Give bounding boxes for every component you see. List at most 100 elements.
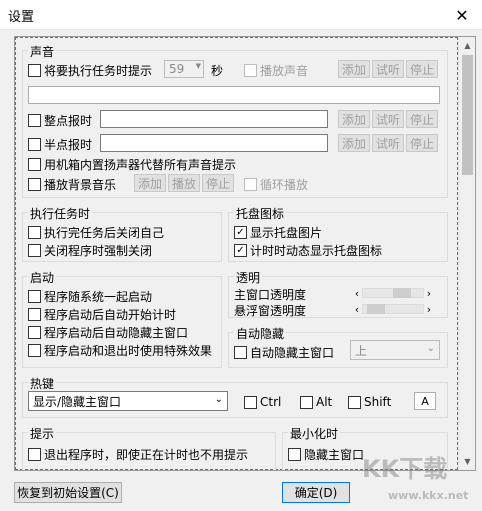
half-hour-stop-button[interactable]: 停止: [406, 134, 438, 152]
checkbox-label: Alt: [316, 395, 333, 409]
startup-group-title: 启动: [28, 269, 57, 286]
special-effects-checkbox[interactable]: 程序启动和退出时使用特殊效果: [28, 342, 212, 359]
bgm-play-button[interactable]: 播放: [168, 174, 200, 192]
dynamic-tray-checkbox[interactable]: ✓ 计时时动态显示托盘图标: [234, 242, 382, 259]
check-icon: ✓: [234, 244, 247, 257]
shift-checkbox[interactable]: Shift: [348, 395, 391, 409]
checkbox-box: [28, 226, 41, 239]
alt-checkbox[interactable]: Alt: [300, 395, 332, 409]
chevron-left-icon[interactable]: ‹: [352, 303, 362, 316]
checkbox-box: [244, 178, 257, 191]
chevron-up-icon[interactable]: ▲: [459, 37, 475, 54]
main-opacity-slider[interactable]: ‹ ›: [352, 287, 434, 300]
checkbox-label: 隐藏主窗口: [304, 448, 365, 462]
float-opacity-label: 悬浮窗透明度: [234, 304, 307, 318]
half-hour-chime-checkbox[interactable]: 半点报时: [28, 136, 92, 153]
close-icon[interactable]: ✕: [442, 0, 482, 30]
checkbox-box: [28, 290, 41, 303]
exit-no-hint-checkbox[interactable]: 退出程序时，即使正在计时也不用提示: [28, 446, 248, 463]
prompt-sound-path-input[interactable]: [28, 86, 440, 104]
tray-group-title: 托盘图标: [234, 205, 287, 222]
seconds-spinner[interactable]: 59 ▼: [164, 60, 204, 78]
ctrl-checkbox[interactable]: Ctrl: [244, 395, 281, 409]
hide-main-on-minimize-checkbox[interactable]: 隐藏主窗口: [288, 446, 364, 463]
play-sound-checkbox[interactable]: 播放声音: [244, 62, 308, 79]
checkbox-label: 执行完任务后关闭自己: [44, 226, 165, 240]
checkbox-box: [300, 395, 313, 409]
slider-thumb[interactable]: [393, 288, 411, 298]
chevron-left-icon[interactable]: ‹: [352, 287, 362, 300]
stop-button[interactable]: 停止: [406, 60, 438, 78]
checkbox-label: 用机箱内置扬声器代替所有声音提示: [44, 158, 237, 172]
auto-hide-on-start-checkbox[interactable]: 程序启动后自动隐藏主窗口: [28, 324, 188, 341]
add-sound-button[interactable]: 添加: [338, 60, 370, 78]
checkbox-label: Shift: [364, 395, 392, 409]
checkbox-label: 整点报时: [44, 114, 93, 128]
checkbox-label: 自动隐藏主窗口: [250, 346, 335, 360]
checkbox-label: 计时时动态显示托盘图标: [250, 244, 383, 258]
hourly-stop-button[interactable]: 停止: [406, 110, 438, 128]
settings-scroll-pane[interactable]: 声音 将要执行任务时提示 59 ▼ 秒 播放声音 添加 试听 停止 整点报时 添…: [14, 36, 476, 471]
auto-start-timer-checkbox[interactable]: 程序启动后自动开始计时: [28, 306, 176, 323]
seconds-value: 59: [169, 62, 185, 76]
checkbox-label: 程序启动和退出时使用特殊效果: [44, 344, 213, 358]
slider-track: [362, 288, 424, 298]
checkbox-box: [28, 114, 41, 127]
bgm-add-button[interactable]: 添加: [134, 174, 166, 192]
bgm-stop-button[interactable]: 停止: [202, 174, 234, 192]
checkbox-box: [28, 326, 41, 339]
chevron-right-icon[interactable]: ›: [424, 287, 434, 300]
chevron-right-icon[interactable]: ›: [424, 303, 434, 316]
exec-task-group-title: 执行任务时: [28, 205, 93, 222]
checkbox-box: [28, 344, 41, 357]
listen-button[interactable]: 试听: [372, 60, 404, 78]
half-hour-sound-input[interactable]: [100, 134, 328, 152]
exec-prompt-checkbox[interactable]: 将要执行任务时提示: [28, 62, 152, 79]
hotkey-group-title: 热键: [28, 375, 57, 392]
autohide-group-title: 自动隐藏: [234, 325, 287, 342]
close-after-task-checkbox[interactable]: 执行完任务后关闭自己: [28, 224, 164, 241]
checkbox-box: [28, 178, 41, 191]
watermark-url: www.kkx.net: [388, 489, 469, 502]
background-music-checkbox[interactable]: 播放背景音乐: [28, 176, 116, 193]
force-close-checkbox[interactable]: 关闭程序时强制关闭: [28, 242, 152, 259]
reset-defaults-button[interactable]: 恢复到初始设置(C): [14, 482, 122, 503]
hotkey-key-input[interactable]: A: [414, 392, 436, 410]
chevron-down-icon: ▼: [195, 62, 201, 70]
hourly-sound-input[interactable]: [100, 110, 328, 128]
autohide-main-checkbox[interactable]: 自动隐藏主窗口: [234, 344, 334, 361]
settings-content: 声音 将要执行任务时提示 59 ▼ 秒 播放声音 添加 试听 停止 整点报时 添…: [15, 37, 458, 470]
float-opacity-slider[interactable]: ‹ ›: [352, 303, 434, 316]
chevron-down-icon: ⌄: [426, 343, 435, 354]
loop-play-checkbox[interactable]: 循环播放: [244, 176, 308, 193]
half-hour-add-button[interactable]: 添加: [338, 134, 370, 152]
slider-thumb[interactable]: [367, 304, 385, 314]
hourly-chime-checkbox[interactable]: 整点报时: [28, 112, 92, 129]
autohide-position-select[interactable]: 上 ⌄: [350, 340, 440, 360]
watermark-logo: KK下载 www.kkx.net: [358, 449, 478, 509]
main-opacity-label: 主窗口透明度: [234, 288, 307, 302]
checkbox-box: [28, 448, 41, 461]
hourly-listen-button[interactable]: 试听: [372, 110, 404, 128]
show-tray-checkbox[interactable]: ✓ 显示托盘图片: [234, 224, 322, 241]
checkbox-label: 程序启动后自动开始计时: [44, 308, 177, 322]
hint-group-title: 提示: [28, 425, 57, 442]
checkbox-label: Ctrl: [260, 395, 282, 409]
select-value: 上: [355, 343, 368, 358]
checkbox-label: 显示托盘图片: [250, 226, 323, 240]
ok-button[interactable]: 确定(D): [282, 482, 350, 503]
checkbox-box: [244, 395, 257, 409]
chevron-down-icon: ⌄: [214, 394, 223, 405]
checkbox-label: 关闭程序时强制关闭: [44, 244, 153, 258]
checkbox-label: 将要执行任务时提示: [44, 64, 153, 78]
use-speaker-checkbox[interactable]: 用机箱内置扬声器代替所有声音提示: [28, 156, 236, 173]
vertical-scrollbar[interactable]: ▲ ▼: [458, 37, 475, 470]
start-with-system-checkbox[interactable]: 程序随系统一起启动: [28, 288, 152, 305]
half-hour-listen-button[interactable]: 试听: [372, 134, 404, 152]
window-title: 设置: [8, 10, 35, 25]
scrollbar-thumb[interactable]: [462, 55, 473, 175]
checkbox-box: [28, 64, 41, 77]
hourly-add-button[interactable]: 添加: [338, 110, 370, 128]
hotkey-action-select[interactable]: 显示/隐藏主窗口 ⌄: [28, 391, 228, 411]
checkbox-label: 半点报时: [44, 138, 93, 152]
